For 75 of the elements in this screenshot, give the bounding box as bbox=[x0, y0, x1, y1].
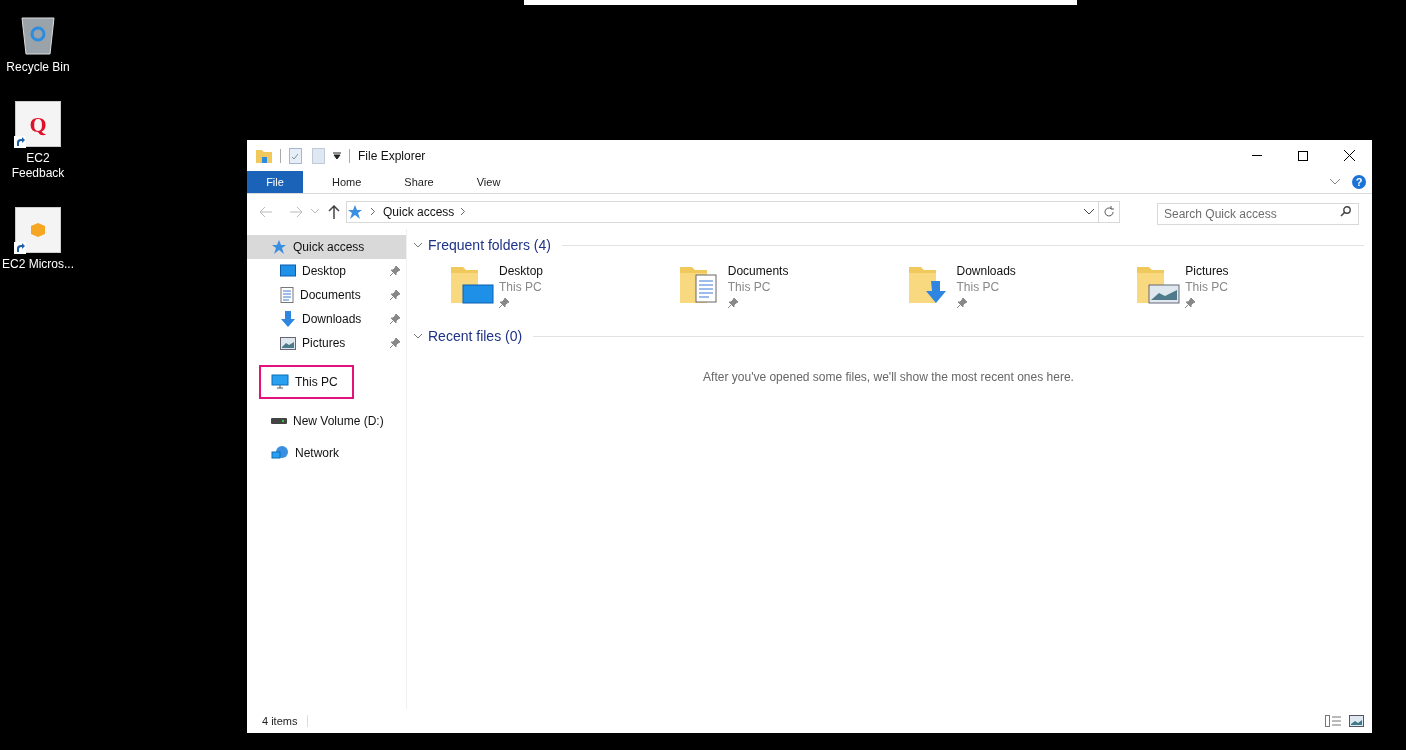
folder-icon bbox=[256, 148, 272, 163]
cube-icon bbox=[30, 222, 46, 238]
chevron-icon bbox=[371, 208, 375, 215]
nav-item[interactable]: New Volume (D:) bbox=[247, 409, 406, 433]
address-bar[interactable]: Quick access bbox=[346, 200, 1120, 223]
shortcut-arrow-icon bbox=[14, 136, 26, 148]
dropdown-icon[interactable] bbox=[1084, 208, 1094, 215]
icon-label: EC2 Micros... bbox=[2, 257, 74, 272]
details-view-icon[interactable] bbox=[1325, 715, 1341, 727]
section-header[interactable]: Frequent folders (4) bbox=[428, 234, 551, 256]
computer-icon bbox=[271, 374, 289, 390]
folder-location: This PC bbox=[499, 279, 543, 295]
folder-tile[interactable]: Desktop This PC bbox=[449, 263, 678, 308]
folder-location: This PC bbox=[727, 279, 772, 295]
folder-name: Downloads bbox=[956, 263, 1016, 279]
icon-label: Recycle Bin bbox=[5, 60, 71, 75]
document-icon bbox=[280, 287, 294, 303]
pin-icon bbox=[727, 298, 738, 308]
pin-icon bbox=[390, 266, 400, 276]
down-arrow-icon bbox=[280, 311, 296, 327]
properties-icon bbox=[289, 147, 302, 164]
pin-icon bbox=[1185, 298, 1196, 308]
folder-location: This PC bbox=[1185, 279, 1229, 295]
pin-icon bbox=[390, 290, 400, 300]
desktop-icon[interactable]: Recycle Bin bbox=[0, 8, 76, 75]
window-title: File Explorer bbox=[358, 147, 426, 165]
help-button[interactable]: ? bbox=[1352, 175, 1366, 189]
star-icon bbox=[347, 203, 363, 220]
folder-name: Pictures bbox=[1185, 263, 1229, 279]
section-header[interactable]: Recent files (0) bbox=[428, 325, 523, 347]
nav-item[interactable]: Pictures bbox=[247, 331, 406, 355]
up-arrow-icon[interactable] bbox=[328, 204, 340, 219]
customize-toolbar-icon[interactable] bbox=[333, 151, 341, 160]
icon-label: EC2 Feedback bbox=[10, 151, 66, 181]
section-toggle-icon[interactable] bbox=[413, 240, 423, 250]
monitor-icon bbox=[280, 264, 296, 278]
nav-item[interactable]: Downloads bbox=[247, 307, 406, 331]
maximize-icon bbox=[1298, 150, 1308, 161]
nav-item[interactable]: Documents bbox=[247, 283, 406, 307]
nav-item[interactable]: Quick access bbox=[247, 235, 406, 259]
item-count: 4 items bbox=[262, 713, 298, 729]
search-field[interactable]: Search Quick access bbox=[1157, 202, 1359, 225]
drive-icon bbox=[271, 417, 287, 425]
close-icon bbox=[1343, 150, 1355, 161]
folder-tile[interactable]: Documents This PC bbox=[677, 263, 907, 308]
search-icon bbox=[1340, 205, 1351, 217]
folder-name: Documents bbox=[727, 263, 789, 279]
ribbon-tab[interactable]: File bbox=[247, 171, 303, 193]
ribbon-tab[interactable]: Share bbox=[389, 171, 449, 193]
expand-ribbon-icon[interactable] bbox=[1330, 179, 1340, 185]
picture-icon bbox=[280, 336, 296, 350]
folder-tile[interactable]: Downloads This PC bbox=[906, 263, 1136, 308]
section-toggle-icon[interactable] bbox=[413, 331, 423, 341]
folder-location: This PC bbox=[956, 279, 1001, 295]
app-logo: Q bbox=[29, 110, 47, 139]
shortcut-arrow-icon bbox=[14, 242, 26, 254]
pin-icon bbox=[956, 298, 967, 308]
ribbon-tab[interactable]: Home bbox=[317, 171, 377, 193]
pin-icon bbox=[390, 338, 400, 348]
ribbon-tab[interactable]: View bbox=[461, 171, 516, 193]
minimize-icon bbox=[1252, 155, 1262, 156]
star-icon bbox=[271, 239, 287, 255]
nav-item[interactable]: This PC bbox=[259, 365, 354, 399]
chevron-icon bbox=[461, 208, 466, 215]
folder-name: Desktop bbox=[499, 263, 544, 279]
refresh-icon[interactable] bbox=[1103, 205, 1115, 218]
network-icon bbox=[271, 445, 289, 461]
pin-icon bbox=[499, 298, 509, 308]
large-icons-view-icon[interactable] bbox=[1349, 715, 1364, 727]
nav-item[interactable]: Network bbox=[247, 441, 406, 465]
pin-icon bbox=[390, 314, 400, 324]
trash-bin-icon bbox=[18, 14, 58, 56]
empty-message: After you've opened some files, we'll show the most recent ones here. bbox=[703, 369, 1074, 386]
nav-item[interactable]: Desktop bbox=[247, 259, 406, 283]
folder-tile[interactable]: Pictures This PC bbox=[1135, 263, 1364, 308]
